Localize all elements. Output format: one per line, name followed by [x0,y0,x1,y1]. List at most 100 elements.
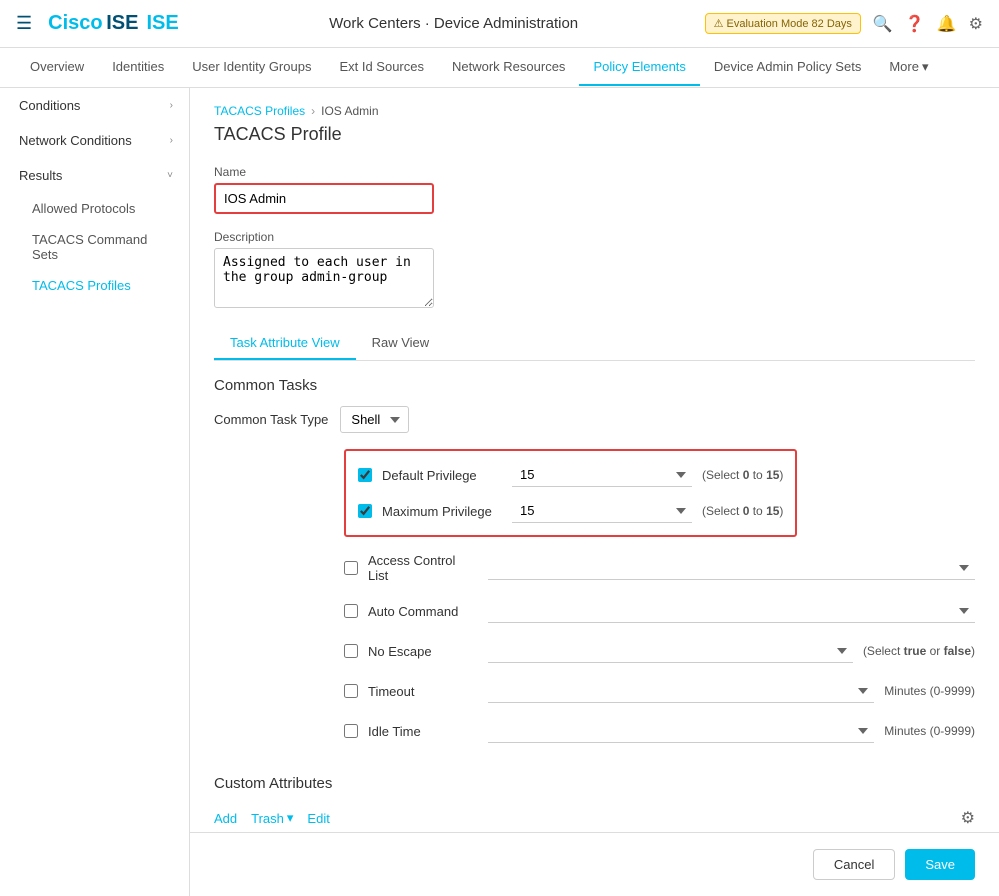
default-privilege-range: (Select 0 to 15) [702,468,783,482]
common-task-type-label: Common Task Type [214,412,328,427]
sidebar-conditions-label: Conditions [19,98,80,113]
sidebar-results-label: Results [19,168,62,183]
settings-icon[interactable]: ⚙ [969,14,983,34]
sidebar-results-sub: Allowed Protocols TACACS Command Sets TA… [0,193,189,301]
breadcrumb-separator: › [311,104,315,118]
tab-overview[interactable]: Overview [16,49,98,86]
timeout-label: Timeout [368,684,478,699]
timeout-select[interactable] [488,679,874,703]
privilege-box: Default Privilege 15 0123456789101112131… [344,449,975,537]
trash-label: Trash [251,811,284,826]
maximum-privilege-checkbox[interactable] [358,504,372,518]
search-icon[interactable]: 🔍 [873,14,893,34]
main-content: TACACS Profiles › IOS Admin TACACS Profi… [190,88,999,896]
timeout-row: Timeout Minutes (0-9999) [344,671,975,711]
idle-time-hint: Minutes (0-9999) [884,724,975,738]
no-escape-checkbox[interactable] [344,644,358,658]
tab-policy-elements[interactable]: Policy Elements [579,49,699,86]
tab-task-attribute-view[interactable]: Task Attribute View [214,327,356,360]
default-privilege-label: Default Privilege [382,468,502,483]
other-task-rows: Access Control List Auto Command No Esca… [344,545,975,751]
sidebar-network-conditions-label: Network Conditions [19,133,132,148]
breadcrumb-current: IOS Admin [321,104,378,118]
access-control-list-row: Access Control List [344,545,975,591]
logo-area: ☰ Cisco ISE ISE [16,12,179,35]
no-escape-select[interactable] [488,639,853,663]
description-label: Description [214,230,975,244]
sidebar-item-network-conditions[interactable]: Network Conditions › [0,123,189,158]
chevron-down-icon: ˅ [167,170,173,181]
auto-command-label: Auto Command [368,604,478,619]
logo-ise-text: ISE [106,12,138,34]
name-form-group: Name [214,165,975,214]
no-escape-row: No Escape (Select true or false) [344,631,975,671]
sidebar-item-conditions[interactable]: Conditions › [0,88,189,123]
eval-badge: ⚠ Evaluation Mode 82 Days [705,13,861,34]
topbar-title: Work Centers · Device Administration [203,15,705,32]
sidebar-tacacs-profiles[interactable]: TACACS Profiles [16,270,189,301]
no-escape-label: No Escape [368,644,478,659]
description-form-group: Description Assigned to each user in the… [214,230,975,311]
default-privilege-checkbox[interactable] [358,468,372,482]
sidebar: Conditions › Network Conditions › Result… [0,88,190,896]
idle-time-row: Idle Time Minutes (0-9999) [344,711,975,751]
help-icon[interactable]: ❓ [905,14,925,34]
notifications-icon[interactable]: 🔔 [937,14,957,34]
cisco-logo: Cisco ISE [48,12,138,35]
tab-identities[interactable]: Identities [98,49,178,86]
access-control-list-checkbox[interactable] [344,561,358,575]
common-task-type-row: Common Task Type Shell [214,406,975,433]
default-privilege-select[interactable]: 15 01234567891011121314 [512,463,692,487]
edit-button[interactable]: Edit [307,811,329,826]
idle-time-label: Idle Time [368,724,478,739]
breadcrumb-parent[interactable]: TACACS Profiles [214,104,305,118]
topbar: ☰ Cisco ISE ISE Work Centers · Device Ad… [0,0,999,48]
description-textarea[interactable]: Assigned to each user in the group admin… [214,248,434,308]
trash-button[interactable]: Trash ▾ [251,810,293,826]
topbar-actions: ⚠ Evaluation Mode 82 Days 🔍 ❓ 🔔 ⚙ [705,13,983,34]
gear-icon[interactable]: ⚙ [961,808,975,828]
logo-cisco-text: Cisco [48,12,102,34]
timeout-hint: Minutes (0-9999) [884,684,975,698]
tab-more[interactable]: More ▾ [875,49,942,87]
save-button[interactable]: Save [905,849,975,880]
maximum-privilege-label: Maximum Privilege [382,504,502,519]
default-privilege-row: Default Privilege 15 0123456789101112131… [358,457,783,493]
idle-time-select[interactable] [488,719,874,743]
nav-tabs: Overview Identities User Identity Groups… [0,48,999,88]
access-control-list-select[interactable] [488,556,975,580]
name-input[interactable] [214,183,434,214]
maximum-privilege-row: Maximum Privilege 15 0123456789101112131… [358,493,783,529]
maximum-privilege-range: (Select 0 to 15) [702,504,783,518]
chevron-right-icon-2: › [170,135,173,146]
trash-chevron-icon: ▾ [287,810,294,826]
custom-attributes-title: Custom Attributes [214,775,975,792]
access-control-list-label: Access Control List [368,553,478,583]
auto-command-select[interactable] [488,599,975,623]
sidebar-tacacs-command-sets[interactable]: TACACS Command Sets [16,224,189,270]
breadcrumb: TACACS Profiles › IOS Admin [214,104,975,118]
maximum-privilege-select[interactable]: 15 01234567891011121314 [512,499,692,523]
page-title: TACACS Profile [214,124,975,145]
view-tabs: Task Attribute View Raw View [214,327,975,361]
logo-ise-label: ISE [146,12,178,35]
layout: Conditions › Network Conditions › Result… [0,88,999,896]
hamburger-menu[interactable]: ☰ [16,13,32,34]
tab-raw-view[interactable]: Raw View [356,327,446,360]
page-footer: Cancel Save [190,832,999,896]
no-escape-hint: (Select true or false) [863,644,975,658]
task-type-select[interactable]: Shell [340,406,409,433]
common-tasks-title: Common Tasks [214,377,975,394]
tab-network-resources[interactable]: Network Resources [438,49,579,86]
sidebar-item-results[interactable]: Results ˅ [0,158,189,193]
auto-command-checkbox[interactable] [344,604,358,618]
timeout-checkbox[interactable] [344,684,358,698]
add-button[interactable]: Add [214,811,237,826]
idle-time-checkbox[interactable] [344,724,358,738]
tab-device-admin-policy-sets[interactable]: Device Admin Policy Sets [700,49,875,86]
sidebar-allowed-protocols[interactable]: Allowed Protocols [16,193,189,224]
tab-ext-id-sources[interactable]: Ext Id Sources [325,49,438,86]
tab-user-identity-groups[interactable]: User Identity Groups [178,49,325,86]
cancel-button[interactable]: Cancel [813,849,895,880]
custom-attrs-toolbar: Add Trash ▾ Edit ⚙ [214,808,975,828]
